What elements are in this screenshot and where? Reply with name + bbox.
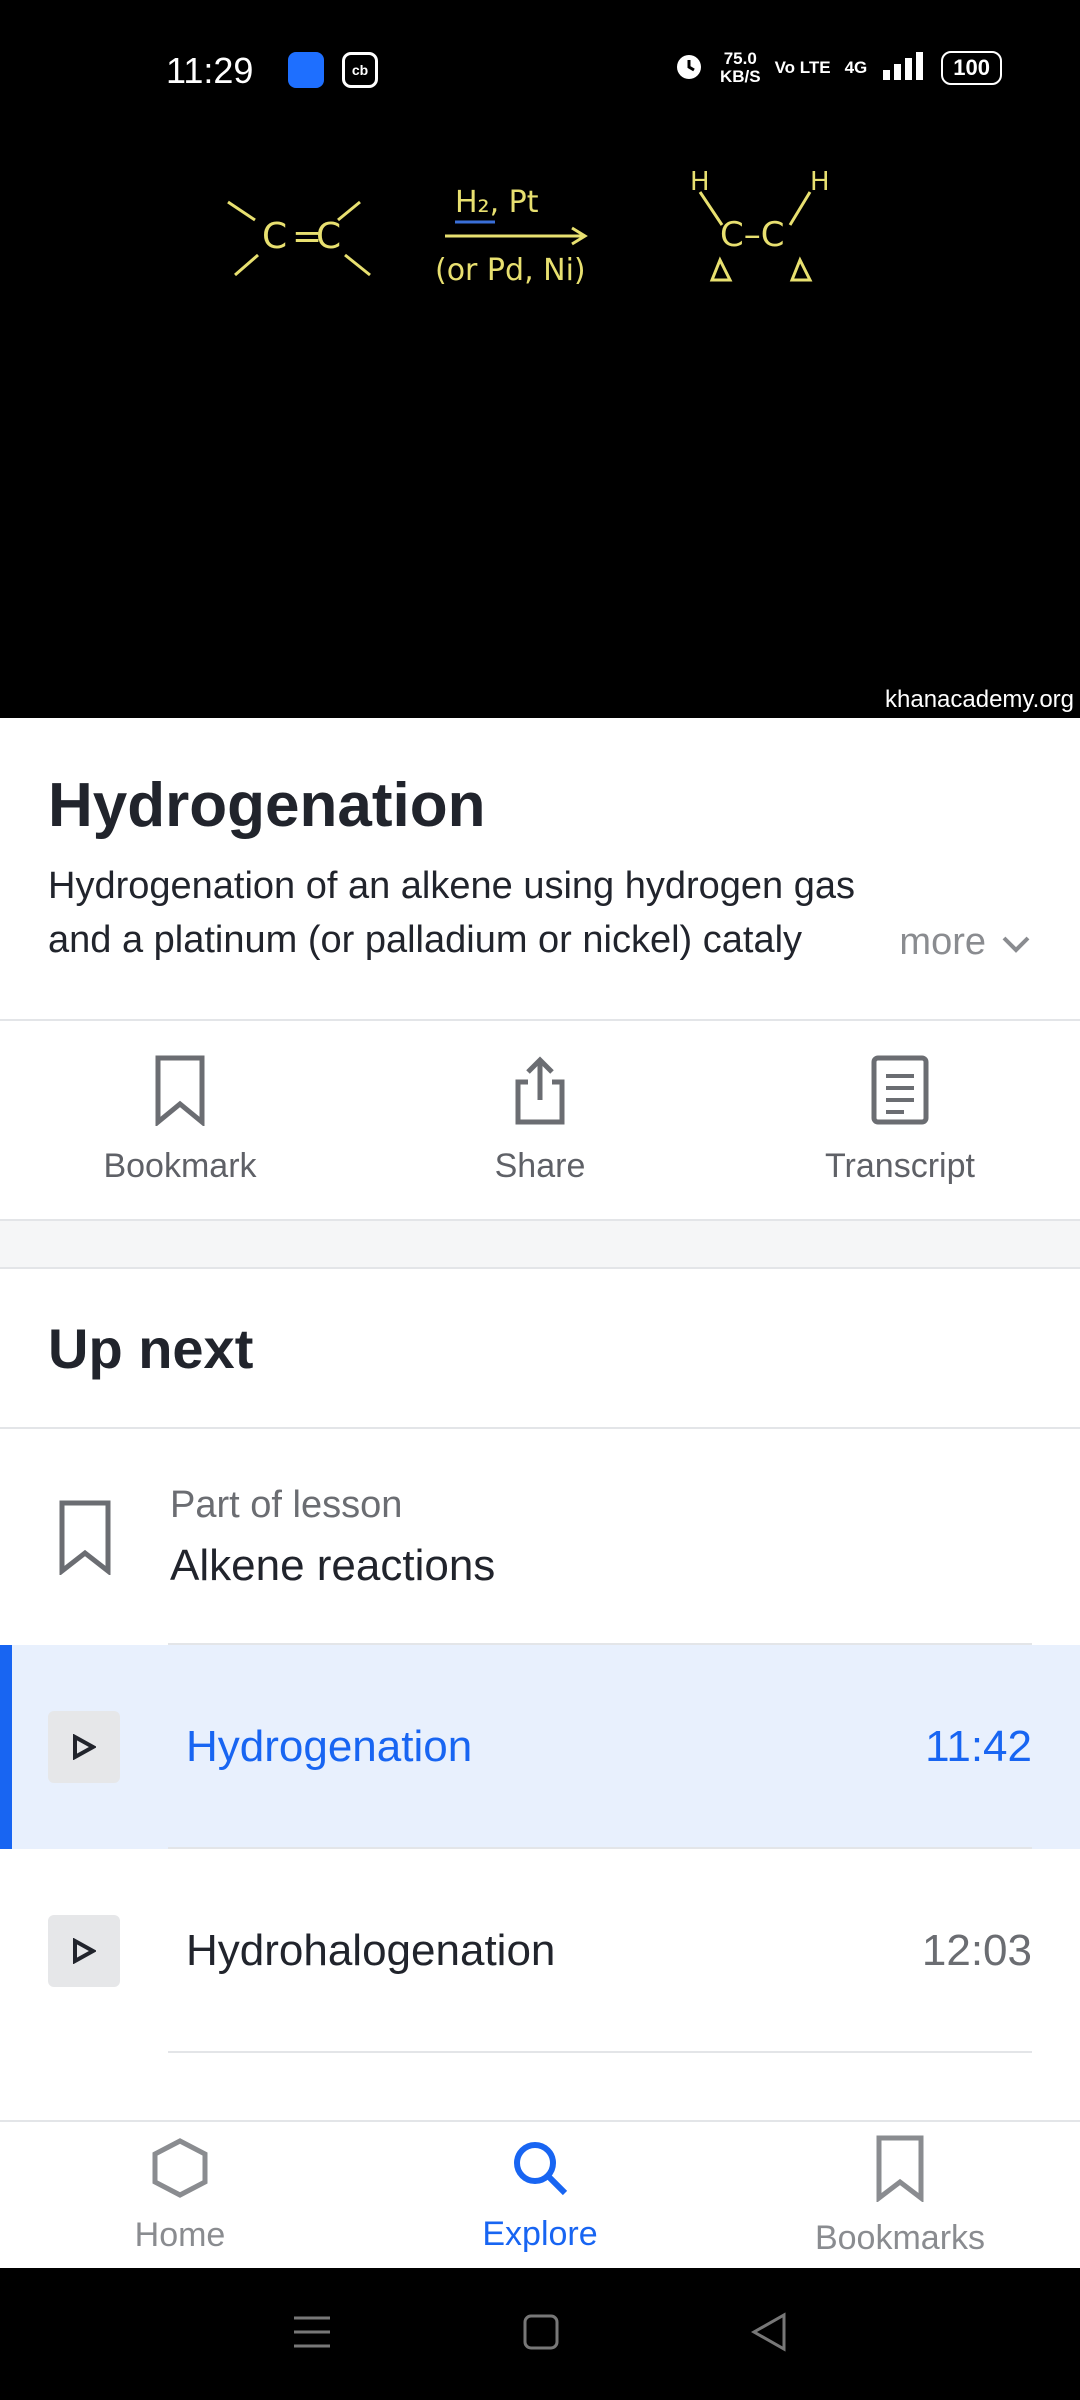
section-gap xyxy=(0,1219,1080,1269)
video-title: Hydrogenation xyxy=(48,771,486,840)
bookmark-icon xyxy=(875,2134,925,2211)
nav-home-label: Home xyxy=(134,2216,226,2254)
up-next-heading: Up next xyxy=(0,1269,1080,1429)
lesson-bookmark-icon xyxy=(0,1499,170,1575)
reagent-bottom: (or Pd, Ni) xyxy=(435,253,586,288)
transcript-icon xyxy=(870,1054,930,1135)
nav-home[interactable]: Home xyxy=(0,2122,360,2270)
item-title: Hydrogenation xyxy=(186,1722,473,1771)
lesson-name: Alkene reactions xyxy=(170,1540,496,1590)
status-bar: 11:29 cb 75.0 KB/S Vo LTE 4G 100 xyxy=(0,0,1080,140)
nav-explore[interactable]: Explore xyxy=(360,2122,720,2270)
more-label: more xyxy=(899,921,986,963)
status-time: 11:29 xyxy=(166,50,254,91)
android-app-icon xyxy=(288,52,324,88)
action-bar: Bookmark Share Transcript xyxy=(0,1021,1080,1219)
lesson-info[interactable]: Part of lesson Alkene reactions xyxy=(0,1429,1080,1645)
video-description: Hydrogenation of an alkene using hydroge… xyxy=(48,859,1032,969)
chevron-down-icon xyxy=(1000,915,1032,969)
reagent-top: H₂, Pt xyxy=(455,185,539,220)
product-carbons: C–C xyxy=(720,215,784,255)
bookmark-icon xyxy=(154,1054,206,1135)
product-h-left: H xyxy=(690,167,710,197)
list-item-hydrohalogenation[interactable]: Hydrohalogenation 12:03 xyxy=(0,1849,1080,2053)
status-indicators: 75.0 KB/S Vo LTE 4G 100 xyxy=(672,48,1002,87)
signal-icon xyxy=(881,50,927,85)
transcript-label: Transcript xyxy=(825,1147,975,1185)
share-label: Share xyxy=(494,1147,586,1185)
bottom-nav: Home Explore Bookmarks xyxy=(0,2120,1080,2270)
nav-bookmarks-label: Bookmarks xyxy=(814,2219,986,2257)
more-button[interactable]: more xyxy=(883,915,1032,969)
lesson-subtitle: Part of lesson xyxy=(170,1483,403,1526)
cb-app-icon: cb xyxy=(342,52,378,88)
list-item-hydrogenation[interactable]: Hydrogenation 11:42 xyxy=(0,1645,1080,1849)
share-button[interactable]: Share xyxy=(360,1021,720,1219)
item-title: Hydrohalogenation xyxy=(186,1926,556,1975)
bookmark-button[interactable]: Bookmark xyxy=(0,1021,360,1219)
video-player[interactable]: C = C H₂, Pt (or Pd, Ni) H H C–C khanaca… xyxy=(0,140,1080,718)
search-icon xyxy=(510,2138,570,2207)
alkene-left-carbon: C xyxy=(262,216,287,257)
video-watermark: khanacademy.org xyxy=(885,686,1074,713)
alkene-right-carbon: C xyxy=(316,216,341,257)
home-square-icon[interactable] xyxy=(522,2313,560,2356)
system-nav-bar xyxy=(0,2268,1080,2400)
menu-icon[interactable] xyxy=(292,2314,332,2355)
nav-explore-label: Explore xyxy=(482,2215,598,2253)
product-h-right: H xyxy=(810,167,830,197)
volte-indicator: Vo LTE xyxy=(774,57,831,77)
hexagon-home-icon xyxy=(151,2137,209,2208)
video-details: Hydrogenation Hydrogenation of an alkene… xyxy=(0,718,1080,2053)
play-icon xyxy=(48,1915,120,1987)
network-type: 4G xyxy=(844,57,868,77)
item-duration: 12:03 xyxy=(921,1926,1032,1975)
play-icon xyxy=(48,1711,120,1783)
item-duration: 11:42 xyxy=(925,1722,1032,1771)
nav-bookmarks[interactable]: Bookmarks xyxy=(720,2122,1080,2270)
battery-indicator: 100 xyxy=(941,50,1002,85)
alarm-icon xyxy=(672,48,706,87)
bookmark-label: Bookmark xyxy=(103,1147,257,1185)
description-text: Hydrogenation of an alkene using hydroge… xyxy=(48,865,856,961)
back-icon[interactable] xyxy=(750,2311,788,2357)
network-speed: 75.0 KB/S xyxy=(719,48,761,86)
transcript-button[interactable]: Transcript xyxy=(720,1021,1080,1219)
active-indicator xyxy=(0,1645,12,1849)
whiteboard-drawing: C = C H₂, Pt (or Pd, Ni) H H C–C xyxy=(227,167,830,288)
share-icon xyxy=(512,1054,568,1135)
divider xyxy=(168,2051,1032,2053)
